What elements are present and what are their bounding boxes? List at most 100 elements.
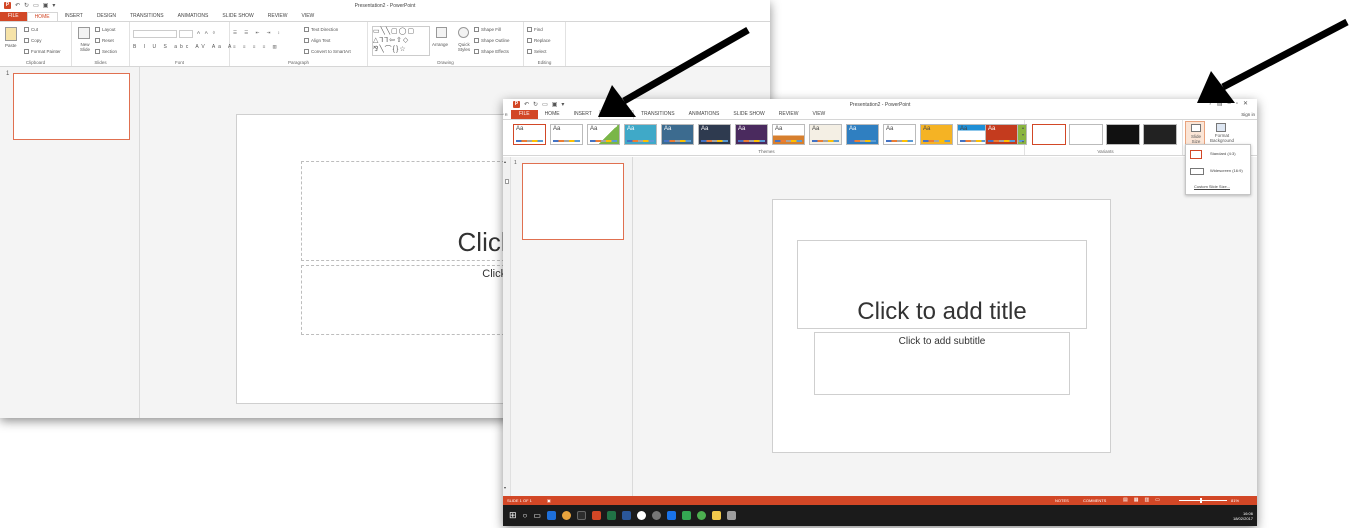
quick-styles-icon[interactable] xyxy=(458,27,469,38)
align-buttons[interactable]: ≡ ≡ ≡ ≡ ▥ xyxy=(233,44,280,50)
tab-home[interactable]: HOME xyxy=(26,12,58,21)
theme-8[interactable]: Aa xyxy=(772,124,805,145)
arrange-button[interactable]: Arrange xyxy=(432,42,448,47)
copy-button[interactable]: Copy xyxy=(24,38,42,44)
tab-review[interactable]: REVIEW xyxy=(261,12,295,21)
tab-view[interactable]: VIEW xyxy=(806,110,833,119)
comments-button[interactable]: COMMENTS xyxy=(1083,498,1106,503)
zoom-level[interactable]: 81% xyxy=(1231,498,1239,503)
find-button[interactable]: Find xyxy=(527,27,543,33)
theme-9[interactable]: Aa xyxy=(809,124,842,145)
shape-fill-button[interactable]: Shape Fill xyxy=(474,27,501,33)
section-button[interactable]: Section xyxy=(95,49,117,55)
file-explorer-icon[interactable] xyxy=(711,511,721,520)
title-placeholder[interactable]: Click to add title xyxy=(797,240,1087,329)
zoom-slider-thumb[interactable] xyxy=(1200,498,1202,503)
spelling-icon[interactable]: ▣ xyxy=(547,498,551,503)
system-clock[interactable]: 16:06 18/02/2017 xyxy=(1233,511,1253,521)
word-taskbar-icon[interactable] xyxy=(621,511,631,520)
grow-shrink-font[interactable]: A A ◊ xyxy=(197,30,217,35)
tab-insert[interactable]: INSERT xyxy=(58,12,90,21)
theme-12[interactable]: Aa xyxy=(920,124,953,145)
variant-1[interactable] xyxy=(1032,124,1066,145)
layout-button[interactable]: Layout xyxy=(95,27,116,33)
font-size-box[interactable] xyxy=(179,30,193,38)
section-icon xyxy=(95,49,100,55)
subtitle-placeholder[interactable]: Click to add subtitle xyxy=(814,332,1070,395)
theme-10[interactable]: Aa xyxy=(846,124,879,145)
tab-design[interactable]: DESIGN xyxy=(90,12,123,21)
tab-file[interactable]: FILE xyxy=(511,110,538,119)
excel-taskbar-icon[interactable] xyxy=(606,511,616,520)
tab-view[interactable]: VIEW xyxy=(295,12,322,21)
arrange-icon[interactable] xyxy=(436,27,447,38)
chrome-icon[interactable] xyxy=(696,511,706,520)
app4-icon[interactable] xyxy=(666,511,676,520)
theme-7[interactable]: Aa xyxy=(735,124,768,145)
zoom-slider[interactable] xyxy=(1179,500,1227,501)
font-format-buttons[interactable]: B I U S abc AV Aa A xyxy=(133,44,234,50)
app5-icon[interactable] xyxy=(681,511,691,520)
dropdown-widescreen[interactable]: Widescreen (16:9) xyxy=(1186,164,1250,178)
slide-size-dropdown: Standard (4:3) Widescreen (16:9) Custom … xyxy=(1185,144,1251,195)
list-buttons[interactable]: ☰ ☰ ⇤ ⇥ ↕ xyxy=(233,30,283,36)
tab-transitions[interactable]: TRANSITIONS xyxy=(123,12,171,21)
paste-button[interactable]: Paste xyxy=(5,43,17,48)
shape-effects-button[interactable]: Shape Effects xyxy=(474,49,509,55)
notes-button[interactable]: NOTES xyxy=(1055,498,1069,503)
tab-home[interactable]: HOME xyxy=(538,110,567,119)
shape-outline-button[interactable]: Shape Outline xyxy=(474,38,510,44)
theme-5[interactable]: Aa xyxy=(661,124,694,145)
firefox-icon[interactable] xyxy=(561,511,571,520)
edge-icon[interactable] xyxy=(546,511,556,520)
theme-office[interactable]: Aa xyxy=(513,124,546,145)
cut-button[interactable]: Cut xyxy=(24,27,38,33)
scroll-thumb[interactable] xyxy=(505,179,509,184)
tab-file[interactable]: FILE xyxy=(0,12,27,21)
left-scrollbar[interactable]: ▴ ▾ xyxy=(503,157,511,496)
windows-start-icon[interactable]: ⊞ xyxy=(509,510,517,521)
text-direction-button[interactable]: Text Direction xyxy=(304,27,338,33)
theme-6[interactable]: Aa xyxy=(698,124,731,145)
align-text-button[interactable]: Align Text xyxy=(304,38,330,44)
format-painter-button[interactable]: Format Painter xyxy=(24,49,61,55)
themes-scroll[interactable]: ▴ ▾ ▾ xyxy=(1022,124,1024,145)
replace-button[interactable]: Replace xyxy=(527,38,551,44)
theme-2[interactable]: Aa xyxy=(550,124,583,145)
theme-4[interactable]: Aa xyxy=(624,124,657,145)
app2-icon[interactable] xyxy=(636,511,646,520)
slide-thumbnail-1[interactable] xyxy=(522,163,624,240)
search-icon[interactable]: ○ xyxy=(523,511,528,520)
slide-canvas[interactable]: Click to add title Click to add subtitle xyxy=(772,199,1111,453)
tab-review[interactable]: REVIEW xyxy=(772,110,806,119)
theme-11[interactable]: Aa xyxy=(883,124,916,145)
powerpoint-taskbar-icon[interactable] xyxy=(591,511,601,520)
task-view-icon[interactable]: ▭ xyxy=(533,511,541,520)
tab-slide-show[interactable]: SLIDE SHOW xyxy=(215,12,260,21)
variant-3[interactable] xyxy=(1106,124,1140,145)
app-icon[interactable] xyxy=(576,511,586,520)
tab-animations[interactable]: ANIMATIONS xyxy=(171,12,216,21)
scroll-down-icon[interactable]: ▾ xyxy=(504,485,506,490)
scroll-up-icon[interactable]: ▴ xyxy=(504,159,506,164)
app6-icon[interactable] xyxy=(726,511,736,520)
select-button[interactable]: Select xyxy=(527,49,547,55)
convert-smartart-button[interactable]: Convert to SmartArt xyxy=(304,49,351,55)
reset-button[interactable]: Reset xyxy=(95,38,114,44)
variant-4[interactable] xyxy=(1143,124,1177,145)
new-slide-icon[interactable] xyxy=(78,27,90,39)
view-buttons[interactable]: ▤▦▥▭ xyxy=(1123,497,1166,503)
slide-thumbnail-1[interactable] xyxy=(13,73,130,140)
paste-icon[interactable] xyxy=(5,27,17,41)
quick-styles-button[interactable]: Quick Styles xyxy=(454,42,474,52)
new-slide-button[interactable]: New Slide xyxy=(75,42,95,52)
variant-2[interactable] xyxy=(1069,124,1103,145)
dropdown-standard[interactable]: Standard (4:3) xyxy=(1186,147,1250,161)
theme-3[interactable]: Aa xyxy=(587,124,620,145)
font-name-box[interactable] xyxy=(133,30,177,38)
shapes-gallery[interactable]: ▭╲╲▢◯▢ △⅂⅂⇦⇧◇ ⅋╲⌒{}☆ xyxy=(372,26,430,56)
theme-15[interactable]: Aa xyxy=(985,124,1018,145)
dropdown-custom-size[interactable]: Custom Slide Size... xyxy=(1186,180,1250,194)
sign-in-link[interactable]: Sign in xyxy=(1241,110,1257,119)
app3-icon[interactable] xyxy=(651,511,661,520)
